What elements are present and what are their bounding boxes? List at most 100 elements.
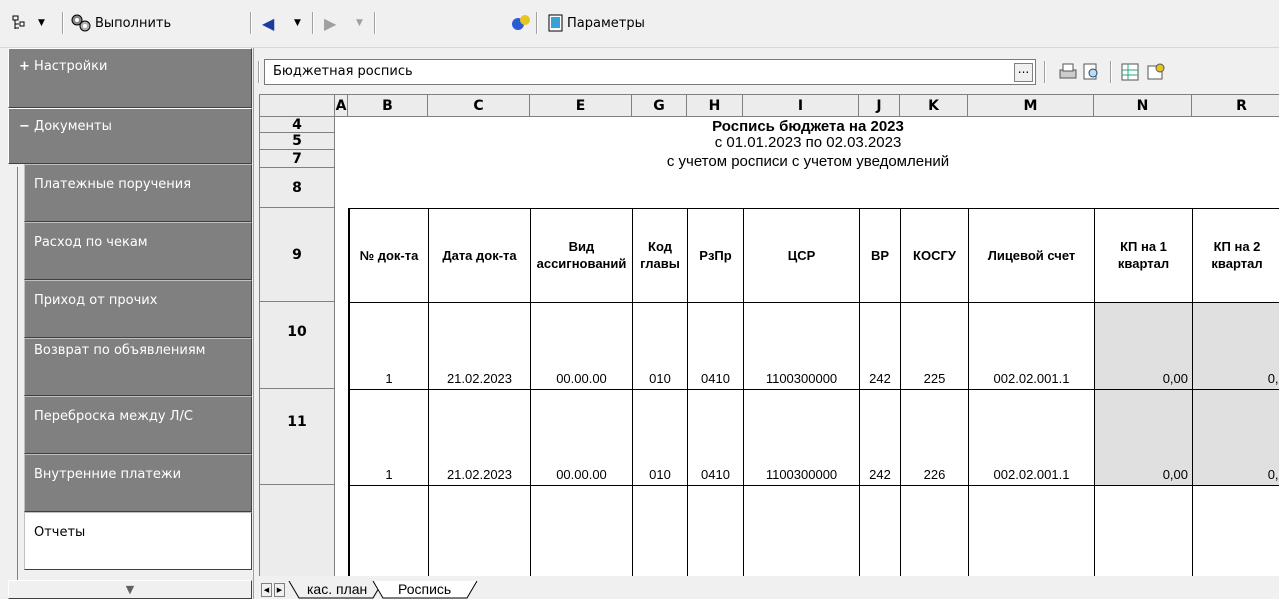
tab-cash-plan[interactable]: кас. план bbox=[307, 581, 367, 599]
tab-schedule[interactable]: Роспись bbox=[398, 581, 451, 599]
sidebar-item-other-income[interactable]: Приход от прочих bbox=[24, 280, 252, 338]
parameters-button[interactable]: Параметры bbox=[548, 11, 645, 35]
cell[interactable]: 002.02.001.1 bbox=[969, 467, 1094, 482]
tab-scroll-right-button[interactable]: ▶ bbox=[274, 583, 285, 597]
report-title-area: Роспись бюджета на 2023 с 01.01.2023 по … bbox=[335, 117, 1279, 170]
cell[interactable]: 0410 bbox=[688, 467, 743, 482]
spreadsheet-grid[interactable]: A B C E G H I J K M N R 4 5 7 8 9 10 11 … bbox=[259, 94, 1279, 576]
row-header[interactable]: 11 bbox=[260, 389, 335, 485]
column-header[interactable]: N bbox=[1094, 95, 1192, 117]
cell[interactable]: 0,00 bbox=[1193, 467, 1279, 482]
cell[interactable]: 010 bbox=[633, 467, 687, 482]
sidebar-item-label: Отчеты bbox=[34, 525, 86, 540]
cell[interactable]: 0410 bbox=[688, 371, 743, 386]
header-allocation-type: Вид ассигнований bbox=[536, 239, 627, 271]
plus-icon: + bbox=[19, 59, 30, 74]
row-header[interactable]: 5 bbox=[260, 133, 335, 150]
column-header[interactable]: J bbox=[859, 95, 900, 117]
cell[interactable]: 0,00 bbox=[1095, 467, 1192, 482]
connect-icon bbox=[512, 15, 530, 30]
sidebar-item-reports[interactable]: Отчеты bbox=[24, 512, 252, 570]
sidebar-section-settings[interactable]: + Настройки bbox=[8, 48, 252, 108]
cell[interactable]: 0,00 bbox=[1095, 371, 1192, 386]
toolbar-separator bbox=[1044, 61, 1046, 83]
tree-icon bbox=[12, 15, 25, 29]
row-header[interactable]: 8 bbox=[260, 168, 335, 208]
cell[interactable]: 00.00.00 bbox=[531, 371, 632, 386]
header-kosgu: КОСГУ bbox=[913, 247, 956, 263]
export-icon[interactable] bbox=[1120, 62, 1140, 82]
forward-dropdown-chevron-icon[interactable]: ▼ bbox=[356, 11, 363, 35]
chevron-down-icon: ▼ bbox=[125, 583, 135, 596]
column-header[interactable]: C bbox=[428, 95, 530, 117]
cell[interactable]: 21.02.2023 bbox=[429, 371, 530, 386]
toolbar-separator bbox=[62, 12, 64, 34]
report-browse-button[interactable]: ... bbox=[1014, 63, 1033, 82]
back-dropdown-chevron-icon[interactable]: ▼ bbox=[294, 11, 301, 35]
column-header[interactable]: E bbox=[530, 95, 632, 117]
column-header[interactable]: I bbox=[743, 95, 859, 117]
column-header[interactable]: G bbox=[632, 95, 687, 117]
cell[interactable]: 1100300000 bbox=[744, 371, 859, 386]
settings-icon[interactable] bbox=[1146, 62, 1166, 82]
tree-view-button[interactable] bbox=[12, 11, 28, 35]
cell[interactable]: 1 bbox=[350, 371, 428, 386]
header-section: РзПр bbox=[699, 247, 732, 263]
grid-line bbox=[348, 389, 1279, 390]
sidebar-item-label: Платежные поручения bbox=[34, 177, 192, 192]
cell[interactable]: 242 bbox=[860, 467, 900, 482]
row-header[interactable]: 7 bbox=[260, 150, 335, 168]
sidebar-item-account-transfer[interactable]: Переброска между Л/С bbox=[24, 396, 252, 454]
column-header[interactable]: M bbox=[968, 95, 1094, 117]
run-button[interactable]: Выполнить bbox=[70, 11, 171, 35]
header-account: Лицевой счет bbox=[987, 247, 1076, 263]
sidebar-item-label: Переброска между Л/С bbox=[34, 409, 193, 424]
column-header-corner[interactable] bbox=[260, 95, 335, 117]
parameters-label: Параметры bbox=[567, 15, 645, 31]
toolbar-separator bbox=[374, 12, 376, 34]
cell[interactable]: 00.00.00 bbox=[531, 467, 632, 482]
row-header[interactable]: 10 bbox=[260, 302, 335, 389]
back-arrow-icon[interactable]: ◀ bbox=[262, 11, 274, 35]
tab-scroll-left-button[interactable]: ◀ bbox=[261, 583, 272, 597]
sidebar-item-payment-orders[interactable]: Платежные поручения bbox=[24, 164, 252, 222]
cell[interactable]: 0,00 bbox=[1193, 371, 1279, 386]
grid-line bbox=[348, 485, 1279, 486]
cell[interactable]: 21.02.2023 bbox=[429, 467, 530, 482]
sidebar-item-returns[interactable]: Возврат по объявлениям bbox=[24, 338, 252, 396]
cell[interactable]: 002.02.001.1 bbox=[969, 371, 1094, 386]
sidebar-scroll-down-button[interactable]: ▼ bbox=[8, 580, 252, 599]
preview-icon[interactable] bbox=[1082, 62, 1102, 82]
toolbar-separator bbox=[250, 12, 252, 34]
row-header[interactable] bbox=[260, 485, 335, 576]
report-title: Роспись бюджета на 2023 bbox=[712, 118, 904, 135]
forward-arrow-icon[interactable]: ▶ bbox=[324, 11, 336, 35]
row-header[interactable]: 4 bbox=[260, 117, 335, 133]
cell[interactable]: 242 bbox=[860, 371, 900, 386]
sidebar-item-label: Внутренние платежи bbox=[34, 467, 182, 482]
column-header[interactable]: K bbox=[900, 95, 968, 117]
tree-dropdown-chevron-icon[interactable]: ▼ bbox=[38, 11, 45, 35]
column-header[interactable]: B bbox=[348, 95, 428, 117]
cell[interactable]: 010 bbox=[633, 371, 687, 386]
report-period: с 01.01.2023 по 02.03.2023 bbox=[714, 134, 902, 151]
column-header[interactable]: H bbox=[687, 95, 743, 117]
row-header[interactable]: 9 bbox=[260, 208, 335, 302]
sidebar-section-documents[interactable]: − Документы bbox=[8, 108, 252, 164]
header-chapter-code: Код главы bbox=[640, 239, 680, 271]
cell[interactable]: 225 bbox=[901, 371, 968, 386]
cell[interactable]: 1100300000 bbox=[744, 467, 859, 482]
report-select[interactable]: Бюджетная роспись bbox=[264, 59, 1036, 85]
column-header[interactable]: R bbox=[1192, 95, 1279, 117]
toolbar-separator bbox=[536, 12, 538, 34]
sidebar-item-label: Возврат по объявлениям bbox=[34, 343, 206, 358]
sidebar-item-internal-payments[interactable]: Внутренние платежи bbox=[24, 454, 252, 512]
sidebar-item-label: Расход по чекам bbox=[34, 235, 148, 250]
connect-button[interactable] bbox=[510, 11, 532, 35]
cell[interactable]: 1 bbox=[350, 467, 428, 482]
print-icon[interactable] bbox=[1058, 62, 1078, 82]
column-header[interactable]: A bbox=[335, 95, 348, 117]
sidebar-item-check-expenses[interactable]: Расход по чекам bbox=[24, 222, 252, 280]
header-doc-number: № док-та bbox=[359, 247, 419, 263]
cell[interactable]: 226 bbox=[901, 467, 968, 482]
